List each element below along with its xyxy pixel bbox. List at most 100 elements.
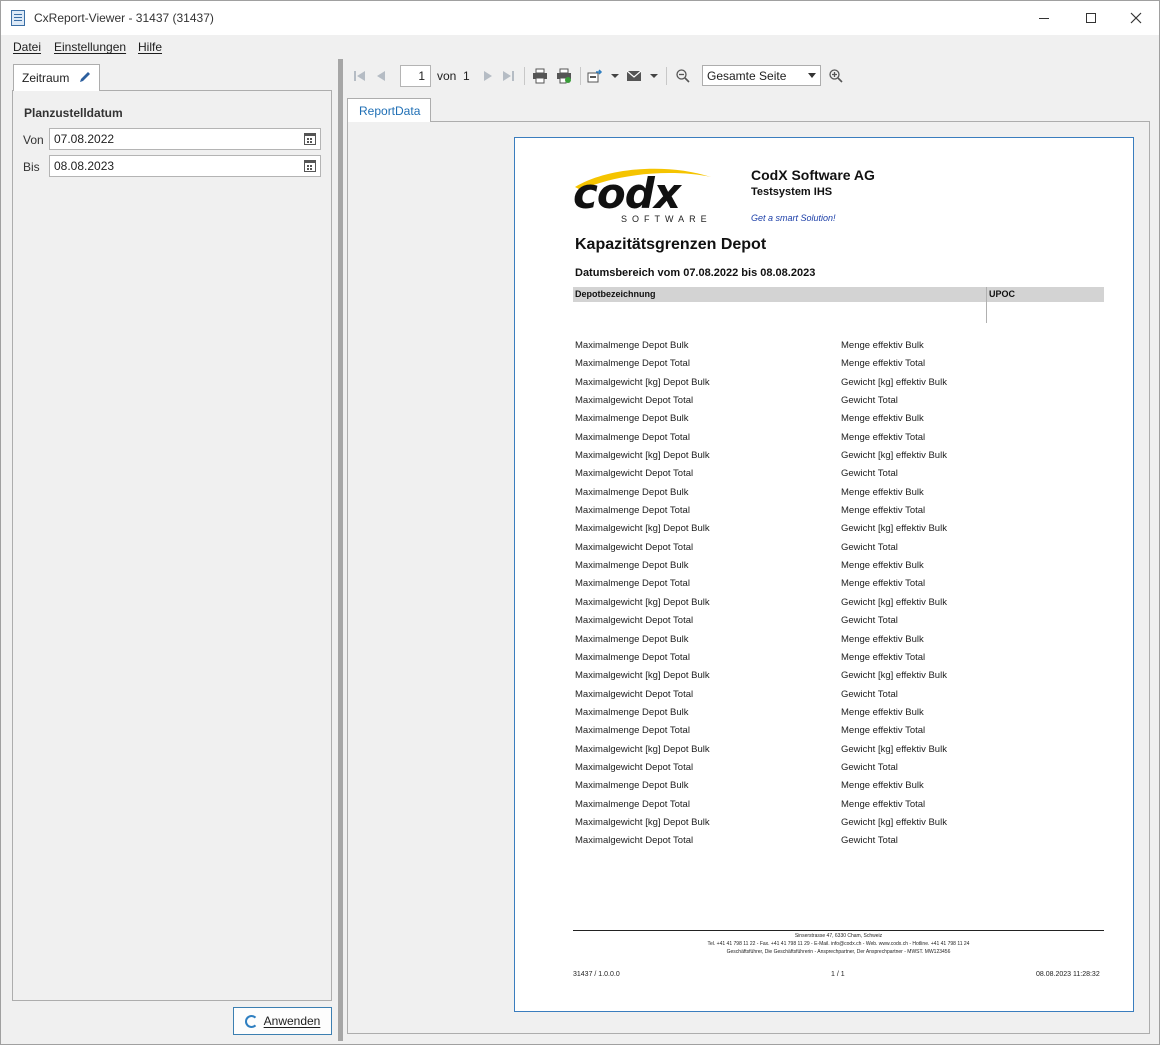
row-label: Maximalgewicht [kg] Depot Bulk xyxy=(575,816,710,828)
report-page: codx SOFTWARE CodX Software AG Testsyste… xyxy=(514,137,1134,1012)
row-label: Maximalmenge Depot Total xyxy=(575,651,690,663)
report-row: Maximalmenge Depot Bulk Menge effektiv Bu… xyxy=(575,338,1095,356)
row-value: Gewicht [kg] effektiv Bulk xyxy=(841,816,947,828)
codx-logo: codx SOFTWARE xyxy=(573,165,728,230)
report-row: Maximalgewicht Depot Total Gewicht Total xyxy=(575,687,1095,705)
maximize-button[interactable] xyxy=(1068,1,1114,35)
report-title: Kapazitätsgrenzen Depot xyxy=(575,236,767,253)
bis-label: Bis xyxy=(23,160,40,174)
row-label: Maximalmenge Depot Bulk xyxy=(575,780,689,792)
row-value: Gewicht Total xyxy=(841,761,898,773)
company-name: CodX Software AG xyxy=(751,167,875,183)
tab-zeitraum-label: Zeitraum xyxy=(22,71,70,85)
next-page-icon[interactable] xyxy=(479,68,495,84)
row-value: Gewicht [kg] effektiv Bulk xyxy=(841,450,947,462)
export-dropdown-caret[interactable] xyxy=(611,74,619,78)
minimize-icon xyxy=(1039,17,1049,19)
row-value: Gewicht [kg] effektiv Bulk xyxy=(841,596,947,608)
filter-panel: Planzustelldatum Von 07.08.2022 Bis 08.0… xyxy=(12,90,332,1001)
report-row: Maximalgewicht [kg] Depot Bulk Gewicht [k… xyxy=(575,595,1095,613)
calendar-icon[interactable] xyxy=(304,160,316,172)
bis-date-input[interactable]: 08.08.2023 xyxy=(49,155,321,177)
row-label: Maximalmenge Depot Total xyxy=(575,358,690,370)
logo-word: codx xyxy=(573,169,681,218)
first-page-icon[interactable] xyxy=(352,68,368,84)
row-label: Maximalmenge Depot Total xyxy=(575,725,690,737)
print-preview-icon[interactable] xyxy=(556,68,572,84)
row-label: Maximalmenge Depot Bulk xyxy=(575,340,689,351)
report-row: Maximalmenge Depot Bulk Menge effektiv Bu… xyxy=(575,778,1095,796)
menu-bar: Datei Einstellungen Hilfe xyxy=(1,37,1159,57)
row-label: Maximalmenge Depot Total xyxy=(575,578,690,590)
prev-page-icon[interactable] xyxy=(374,68,390,84)
chevron-down-icon xyxy=(808,73,816,78)
report-rows: Maximalmenge Depot Bulk Menge effektiv Bu… xyxy=(575,338,1095,852)
row-value: Gewicht Total xyxy=(841,688,898,700)
footer-people: Geschäftsführer, Die Geschäftsführerin -… xyxy=(726,949,951,955)
report-row: Maximalmenge Depot Total Menge effektiv T… xyxy=(575,430,1095,448)
toolbar-separator xyxy=(524,67,525,85)
report-row: Maximalgewicht Depot Total Gewicht Total xyxy=(575,466,1095,484)
tab-reportdata[interactable]: ReportData xyxy=(347,98,431,122)
row-label: Maximalgewicht Depot Total xyxy=(575,395,694,407)
report-row: Maximalmenge Depot Total Menge effektiv T… xyxy=(575,356,1095,374)
row-label: Maximalgewicht [kg] Depot Bulk xyxy=(575,450,710,462)
report-row: Maximalgewicht [kg] Depot Bulk Gewicht [k… xyxy=(575,815,1095,833)
column-header-row: Depotbezeichnung UPOC xyxy=(573,287,1104,323)
apply-label: Anwenden xyxy=(263,1014,321,1028)
von-date-input[interactable]: 07.08.2022 xyxy=(49,128,321,150)
report-row: Maximalgewicht [kg] Depot Bulk Gewicht [k… xyxy=(575,375,1095,393)
footer-address: Sinserstrasse 47, 6330 Cham, Schweiz xyxy=(794,933,883,939)
refresh-icon xyxy=(244,1014,258,1028)
row-value: Gewicht Total xyxy=(841,395,898,407)
row-value: Gewicht [kg] effektiv Bulk xyxy=(841,743,947,755)
footer-page-count: 1 / 1 xyxy=(831,971,845,978)
zoom-select-value: Gesamte Seite xyxy=(707,69,787,83)
report-row: Maximalmenge Depot Bulk Menge effektiv Bu… xyxy=(575,558,1095,576)
footer-timestamp: 08.08.2023 11:28:32 xyxy=(1036,971,1100,978)
menu-hilfe[interactable]: Hilfe xyxy=(138,40,162,54)
row-label: Maximalgewicht [kg] Depot Bulk xyxy=(575,670,710,682)
export-icon[interactable] xyxy=(587,68,603,84)
zoom-select[interactable]: Gesamte Seite xyxy=(702,65,821,86)
zoom-in-icon[interactable] xyxy=(828,68,844,84)
report-row: Maximalmenge Depot Total Menge effektiv T… xyxy=(575,723,1095,741)
minimize-button[interactable] xyxy=(1021,1,1067,35)
report-row: Maximalmenge Depot Total Menge effektiv T… xyxy=(575,650,1095,668)
report-row: Maximalgewicht Depot Total Gewicht Total xyxy=(575,393,1095,411)
row-label: Maximalmenge Depot Total xyxy=(575,505,690,517)
row-label: Maximalmenge Depot Bulk xyxy=(575,560,689,572)
menu-einstellungen[interactable]: Einstellungen xyxy=(54,40,126,54)
page-number-input[interactable]: 1 xyxy=(400,65,431,87)
report-row: Maximalmenge Depot Bulk Menge effektiv Bu… xyxy=(575,411,1095,429)
app-window: CxReport-Viewer - 31437 (31437) Datei Ei… xyxy=(0,0,1160,1045)
planzustelldatum-heading: Planzustelldatum xyxy=(24,106,123,120)
zoom-out-icon[interactable] xyxy=(675,68,691,84)
slogan: Get a smart Solution! xyxy=(751,213,836,223)
close-button[interactable] xyxy=(1113,1,1159,35)
row-value: Menge effektiv Total xyxy=(841,578,926,590)
apply-button[interactable]: Anwenden xyxy=(233,1007,332,1035)
mail-dropdown-caret[interactable] xyxy=(650,74,658,78)
row-value: Menge effektiv Bulk xyxy=(841,780,924,792)
tab-reportdata-label: ReportData xyxy=(359,104,421,118)
menu-datei[interactable]: Datei xyxy=(13,40,41,54)
print-icon[interactable] xyxy=(532,68,548,84)
column-header-upoc: UPOC xyxy=(989,289,1016,299)
row-label: Maximalmenge Depot Total xyxy=(575,431,690,443)
row-value: Menge effektiv Bulk xyxy=(841,560,924,572)
calendar-icon[interactable] xyxy=(304,133,316,145)
row-label: Maximalgewicht [kg] Depot Bulk xyxy=(575,523,710,535)
splitter[interactable] xyxy=(338,59,343,1041)
footer-report-id: 31437 / 1.0.0.0 xyxy=(573,971,620,978)
last-page-icon[interactable] xyxy=(500,68,516,84)
mail-icon[interactable] xyxy=(626,68,642,84)
row-value: Menge effektiv Total xyxy=(841,651,926,663)
row-label: Maximalgewicht Depot Total xyxy=(575,761,694,773)
row-value: Gewicht Total xyxy=(841,541,898,553)
row-value: Gewicht Total xyxy=(841,615,898,627)
report-row: Maximalgewicht [kg] Depot Bulk Gewicht [k… xyxy=(575,521,1095,539)
report-row: Maximalmenge Depot Total Menge effektiv T… xyxy=(575,503,1095,521)
tab-zeitraum[interactable]: Zeitraum xyxy=(13,64,100,91)
maximize-icon xyxy=(1086,13,1096,23)
